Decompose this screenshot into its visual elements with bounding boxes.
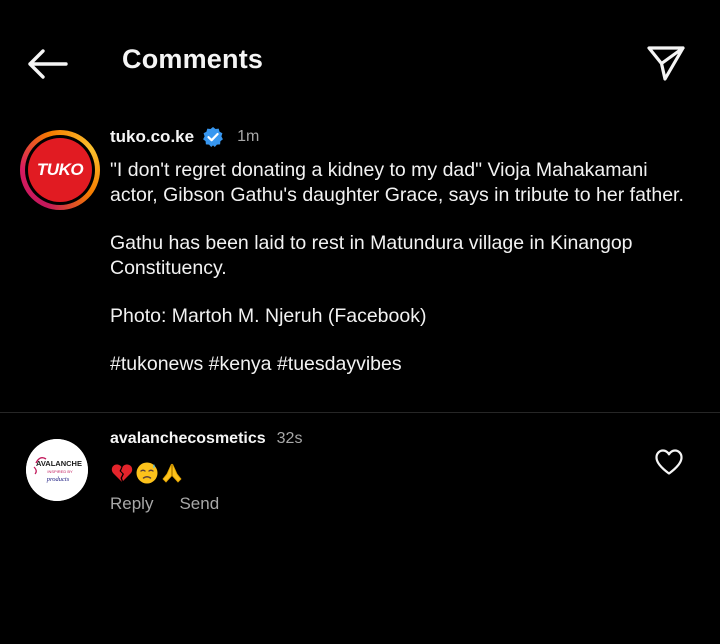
avatar-subtext: INSPIRED BY: [47, 469, 73, 474]
verified-badge-icon: [202, 126, 224, 148]
heart-outline-icon: [655, 449, 683, 475]
divider: [0, 412, 720, 413]
caption-text: "I don't regret donating a kidney to my …: [110, 158, 690, 377]
story-ring[interactable]: TUKO: [20, 130, 100, 210]
avatar-subtext-2: products: [46, 476, 70, 483]
reply-button[interactable]: Reply: [110, 494, 153, 514]
paper-plane-icon: [647, 46, 685, 81]
share-button[interactable]: [644, 42, 688, 84]
caption-paragraph: "I don't regret donating a kidney to my …: [110, 159, 684, 206]
comment-item: AVALANCHE INSPIRED BY products avalanche…: [0, 428, 720, 528]
back-button[interactable]: [26, 46, 68, 82]
comment-time: 32s: [276, 430, 303, 447]
avatar[interactable]: AVALANCHE INSPIRED BY products: [26, 439, 88, 501]
comment-text: [110, 460, 184, 486]
folded-hands-emoji: [160, 461, 184, 485]
comment-username[interactable]: avalanchecosmetics: [110, 430, 266, 448]
post-time: 1m: [237, 128, 260, 145]
avalanche-logo-icon: AVALANCHE INSPIRED BY products: [26, 439, 88, 501]
caption-paragraph: Photo: Martoh M. Njeruh (Facebook): [110, 305, 427, 327]
comment-actions: Reply Send: [110, 494, 219, 514]
post-header: tuko.co.ke 1m: [110, 126, 259, 148]
broken-heart-emoji: [110, 461, 134, 485]
send-button[interactable]: Send: [179, 494, 219, 514]
caption-hashtags[interactable]: #tukonews #kenya #tuesdayvibes: [110, 352, 690, 377]
sad-relieved-face-emoji: [135, 461, 159, 485]
post-username[interactable]: tuko.co.ke: [110, 127, 194, 147]
top-bar: Comments: [0, 0, 720, 126]
avatar: TUKO: [28, 138, 92, 202]
avatar-brand-text: AVALANCHE: [36, 459, 82, 468]
page-title: Comments: [122, 44, 264, 74]
arrow-left-icon: [28, 49, 68, 79]
caption-paragraph: Gathu has been laid to rest in Matundura…: [110, 232, 633, 279]
comment-header: avalanchecosmetics 32s: [110, 428, 302, 450]
like-button[interactable]: [652, 446, 686, 478]
